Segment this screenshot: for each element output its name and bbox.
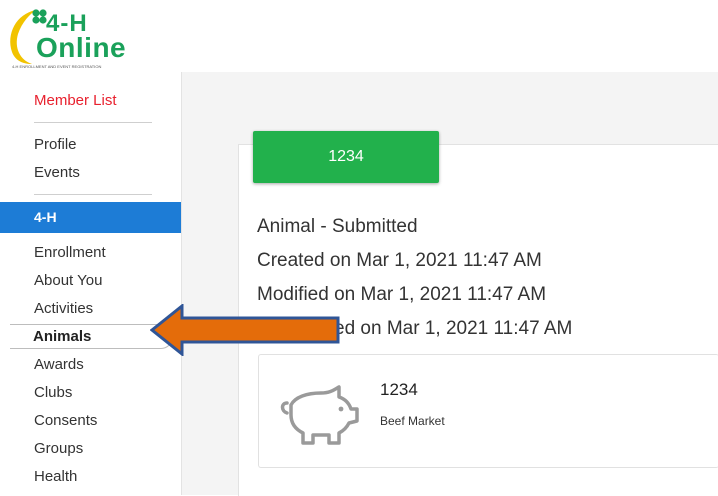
record-modified-date: Modified on Mar 1, 2021 11:47 AM — [257, 284, 547, 305]
logo-text-online: Online — [36, 32, 127, 63]
sidebar-item-enrollment[interactable]: Enrollment — [34, 244, 106, 261]
animal-name: 1234 — [380, 380, 418, 399]
4h-online-logo[interactable]: 4-H Online 4-H ENROLLMENT AND EVENT REGI… — [6, 4, 127, 69]
sidebar-item-groups[interactable]: Groups — [34, 440, 83, 457]
sidebar-section-label: 4-H — [34, 209, 57, 225]
record-created-date: Created on Mar 1, 2021 11:47 AM — [257, 250, 542, 271]
sidebar-item-awards[interactable]: Awards — [34, 356, 84, 373]
sidebar-item-about-you[interactable]: About You — [34, 272, 102, 289]
record-id-badge[interactable]: 1234 — [253, 131, 439, 183]
sidebar-profile[interactable]: Profile — [34, 136, 77, 153]
sidebar-item-health[interactable]: Health — [34, 468, 77, 485]
record-status: Animal - Submitted — [257, 216, 418, 237]
app-header: 4-H Online 4-H ENROLLMENT AND EVENT REGI… — [0, 0, 718, 72]
sidebar-item-activities[interactable]: Activities — [34, 300, 93, 317]
sidebar-divider — [34, 194, 152, 195]
main-content: 1234 Animal - Submitted Created on Mar 1… — [182, 72, 718, 496]
sidebar-item-clubs[interactable]: Clubs — [34, 384, 72, 401]
logo-tagline: 4-H ENROLLMENT AND EVENT REGISTRATION — [12, 64, 102, 69]
sidebar: Member List Profile Events 4-H Enrollmen… — [0, 72, 182, 495]
sidebar-divider — [34, 122, 152, 123]
sidebar-events[interactable]: Events — [34, 164, 80, 181]
sidebar-member-list[interactable]: Member List — [34, 92, 117, 109]
record-submitted-date: ed on Mar 1, 2021 11:47 AM — [334, 318, 573, 339]
annotation-arrow-icon — [150, 304, 340, 356]
pig-icon — [280, 385, 359, 445]
sidebar-section-4h[interactable]: 4-H — [0, 202, 181, 233]
sidebar-item-animals[interactable]: Animals — [10, 324, 173, 349]
animal-type: Beef Market — [380, 414, 445, 428]
sidebar-item-consents[interactable]: Consents — [34, 412, 97, 429]
animal-card[interactable]: 1234 Beef Market — [258, 354, 718, 468]
sidebar-item-animals-label: Animals — [33, 328, 92, 345]
